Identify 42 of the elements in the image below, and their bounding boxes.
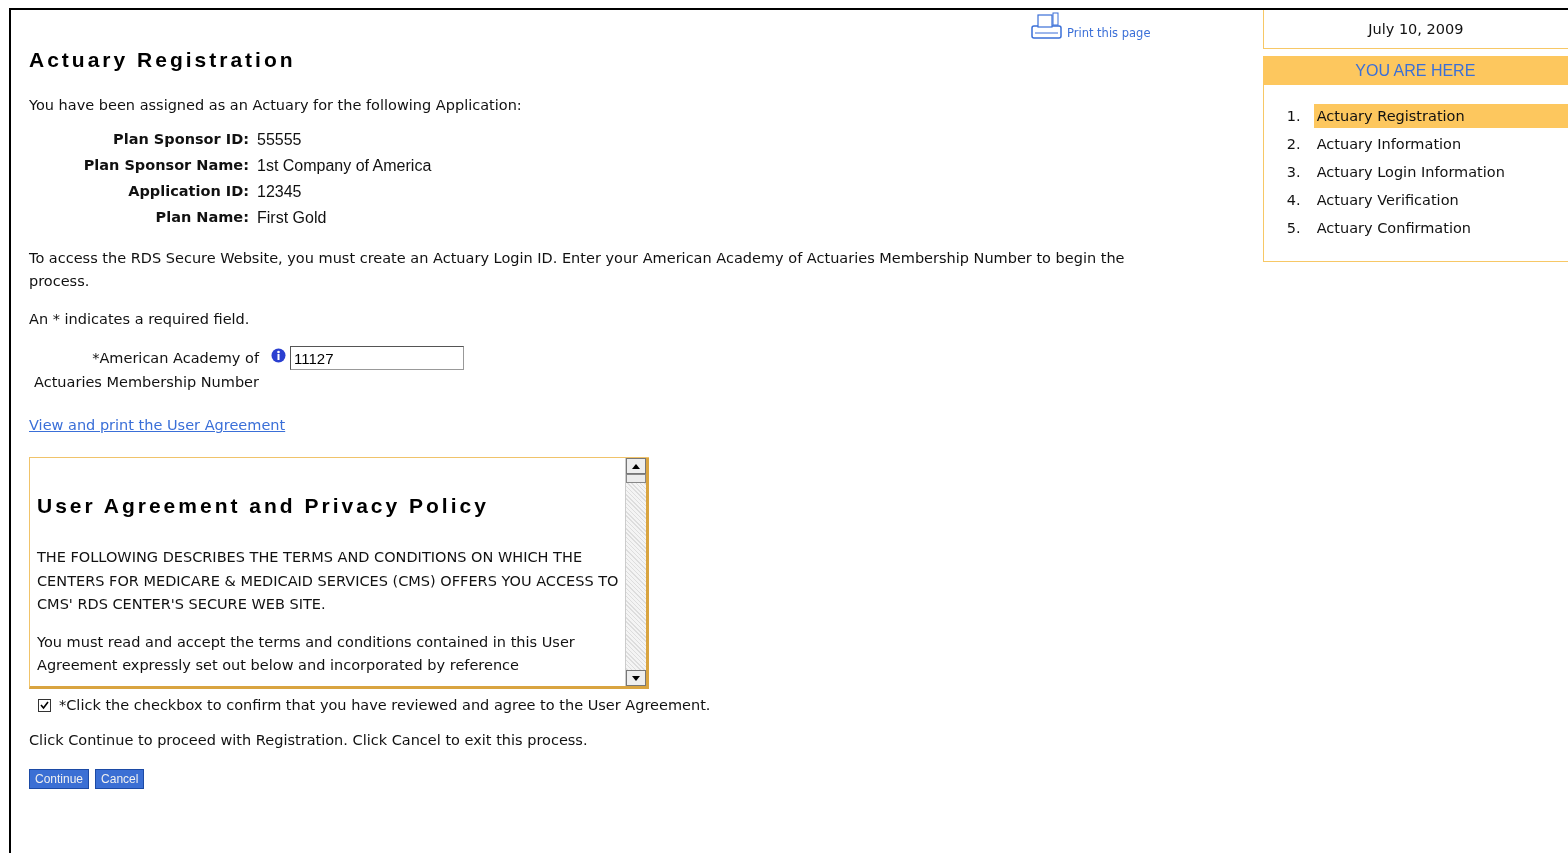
agreement-paragraph: You must read and accept the terms and conditions contained in this User Agreement expressly set out below and incorporated by reference (37, 632, 576, 675)
agreement-title: User Agreement and Privacy Policy (37, 494, 490, 518)
info-icon[interactable] (271, 348, 286, 363)
cancel-button[interactable]: Cancel (95, 769, 145, 789)
page-title: Actuary Registration (29, 48, 297, 72)
checkbox-label: *Click the checkbox to confirm that you have reviewed and agree to the User Agreement. (59, 697, 711, 713)
step-item[interactable]: Actuary Login Information (1313, 160, 1568, 184)
scroll-up-icon[interactable] (626, 458, 646, 474)
continue-button[interactable]: Continue (29, 769, 90, 789)
intro-text: You have been assigned as an Actuary for the following Application: (29, 96, 523, 115)
step-item[interactable]: Actuary Confirmation (1313, 216, 1568, 240)
step-item[interactable]: Actuary Registration (1313, 104, 1568, 128)
detail-label: Plan Sponsor ID: (112, 131, 249, 149)
detail-value: First Gold (257, 209, 328, 227)
continue-note: Click Continue to proceed with Registration. Click Cancel to exit this process. (29, 731, 589, 750)
scrollbar[interactable] (625, 458, 649, 686)
step-number: 2. (1286, 136, 1302, 152)
scroll-down-icon[interactable] (626, 670, 646, 686)
step-number: 4. (1286, 192, 1302, 208)
detail-label: Plan Name: (154, 209, 249, 227)
date-text: July 10, 2009 (1262, 10, 1568, 49)
detail-value: 1st Company of America (257, 157, 432, 175)
detail-value: 12345 (257, 183, 303, 201)
step-item[interactable]: Actuary Verification (1313, 188, 1568, 212)
agree-checkbox[interactable] (38, 698, 51, 712)
agreement-paragraph: THE FOLLOWING DESCRIBES THE TERMS AND CONDITIONS ON WHICH THE CENTERS FOR MEDICARE & MEDICAID SERVICES (CMS) OFFERS YOU ACCESS TO CMS' RDS CENTER'S SECURE WEB SITE. (37, 548, 619, 614)
step-number: 5. (1286, 220, 1302, 236)
required-note: An * indicates a required field. (29, 310, 251, 329)
step-number: 1. (1286, 108, 1302, 124)
detail-label: Plan Sponsor Name: (82, 157, 249, 175)
user-agreement-link[interactable]: View and print the User Agreement (29, 417, 286, 433)
step-item[interactable]: Actuary Information (1313, 132, 1568, 156)
print-link[interactable]: Print this page (1031, 12, 1151, 40)
you-are-here-heading: YOU ARE HERE (1262, 56, 1568, 85)
printer-icon (1031, 12, 1063, 40)
instructions-text: To access the RDS Secure Website, you must create an Actuary Login ID. Enter your American Academy of Actuaries Membership Number to begin the process. (29, 249, 1126, 291)
scroll-thumb[interactable] (626, 474, 646, 483)
field-label: *American Academy of Actuaries Membership Number (33, 349, 259, 392)
step-number: 3. (1286, 164, 1302, 180)
membership-number-field[interactable]: 11127 (290, 346, 464, 370)
detail-label: Application ID: (127, 183, 249, 201)
detail-value: 55555 (257, 131, 303, 149)
